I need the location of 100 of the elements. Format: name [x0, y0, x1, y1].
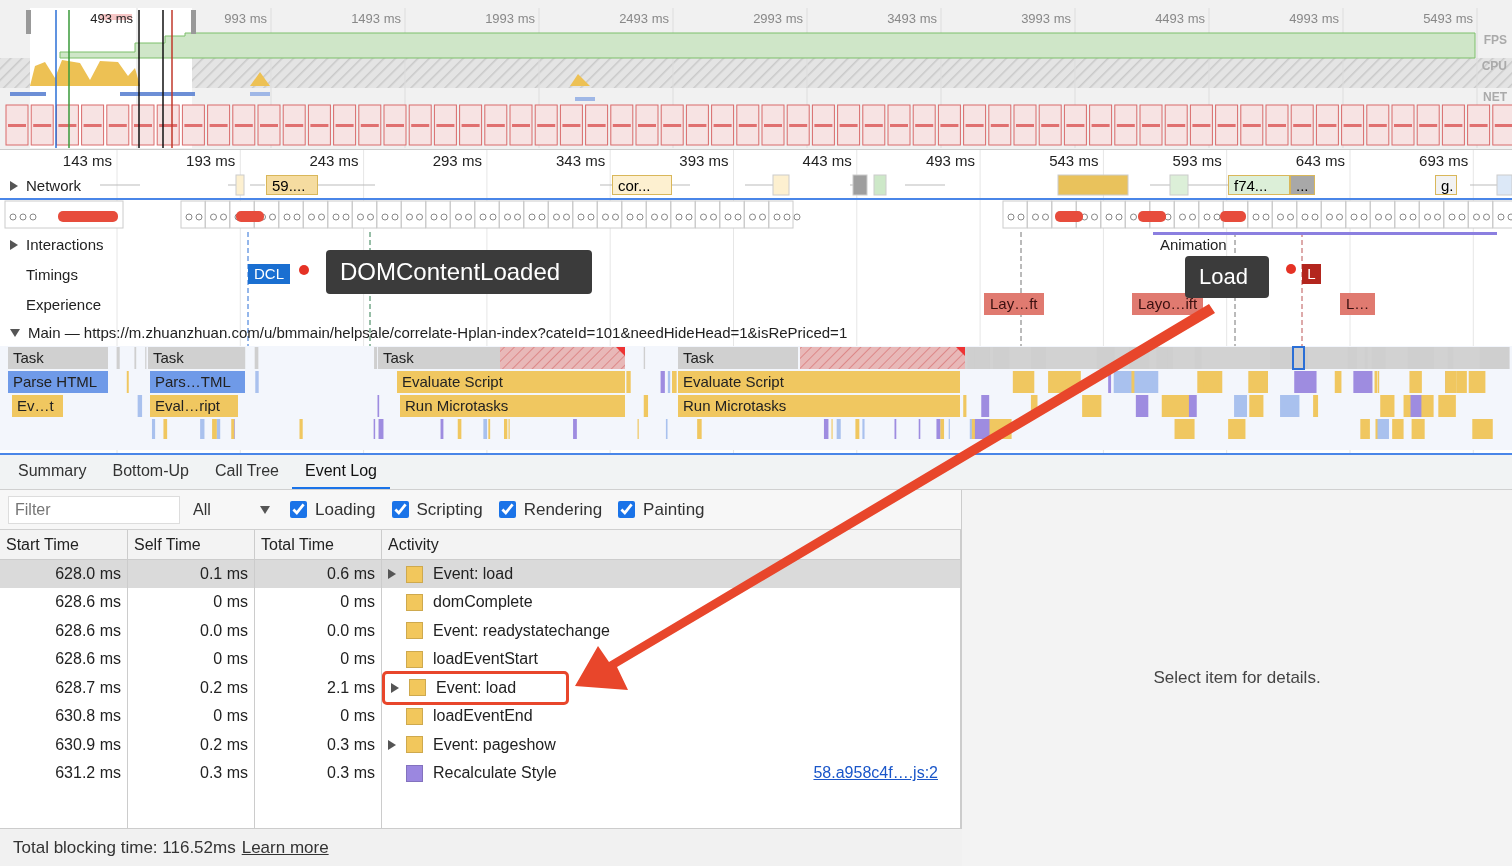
flame-bar[interactable]: Eval…ript — [150, 395, 238, 417]
flame-bar[interactable]: Task — [148, 347, 245, 369]
checkbox-label[interactable]: Loading — [315, 499, 376, 520]
activity-name: Event: readystatechange — [433, 621, 610, 640]
status-text: Total blocking time: 116.52ms — [13, 837, 236, 858]
marker-dot — [1286, 264, 1296, 274]
table-cell: 0 ms — [254, 702, 382, 731]
table-cell: 0 ms — [127, 645, 255, 674]
flame-bar[interactable]: Parse HTML — [8, 371, 108, 393]
time-tick-label: 143 ms — [62, 152, 112, 169]
flame-bar[interactable]: Task — [8, 347, 108, 369]
checkbox-label[interactable]: Rendering — [523, 499, 603, 520]
time-tick-label: 693 ms — [1419, 152, 1469, 169]
flame-bar[interactable]: Run Microtasks — [678, 395, 960, 417]
table-cell: 0.6 ms — [254, 559, 382, 588]
track-label: Experience — [26, 295, 102, 313]
layout-shift-marker[interactable]: Lay…ft — [984, 293, 1044, 315]
time-tick-label: 3493 ms — [887, 11, 937, 26]
time-tick-label: 4493 ms — [1155, 11, 1205, 26]
table-cell: 0.3 ms — [254, 759, 382, 788]
table-cell: 628.6 ms — [0, 645, 128, 674]
table-cell: 0 ms — [127, 588, 255, 617]
track-label[interactable]: Network — [26, 177, 81, 194]
table-cell: 630.8 ms — [0, 702, 128, 731]
expand-arrow-icon[interactable] — [10, 180, 18, 191]
caret-icon — [260, 505, 270, 514]
flame-bar[interactable]: Task — [678, 347, 798, 369]
track-label: Timings — [26, 265, 78, 283]
table-cell: 0.2 ms — [127, 673, 255, 702]
table-cell: 0.3 ms — [254, 730, 382, 759]
time-tick-label: 2993 ms — [753, 11, 803, 26]
timing-marker[interactable]: L — [1302, 264, 1321, 284]
column-header[interactable]: Activity — [381, 530, 961, 560]
time-tick-label: 2493 ms — [619, 11, 669, 26]
time-tick-label: 993 ms — [224, 11, 267, 26]
table-cell: 0 ms — [254, 645, 382, 674]
tab[interactable]: Bottom-Up — [99, 455, 202, 489]
table-cell: 628.7 ms — [0, 673, 128, 702]
table-cell: 0.1 ms — [127, 559, 255, 588]
filter-field[interactable]: Filter — [8, 495, 180, 524]
checkbox[interactable] — [290, 501, 307, 518]
track-label: FPS — [1483, 33, 1507, 47]
flame-bar[interactable]: Run Microtasks — [400, 395, 625, 417]
level-dropdown[interactable]: All — [190, 495, 274, 524]
network-request-bar[interactable]: ... — [1290, 175, 1315, 195]
checkbox-label[interactable]: Scripting — [416, 499, 483, 520]
source-link[interactable]: 58.a958c4f….js:2 — [813, 764, 938, 783]
checkbox-label[interactable]: Painting — [643, 499, 705, 520]
activity-name: loadEventStart — [433, 650, 538, 669]
tooltip: Load — [1185, 256, 1269, 298]
time-tick-label: 4993 ms — [1289, 11, 1339, 26]
time-tick-label: 243 ms — [309, 152, 359, 169]
track-label: CPU — [1481, 59, 1507, 73]
long-task-marker-icon — [616, 347, 625, 356]
flame-bar[interactable]: Evaluate Script — [397, 371, 625, 393]
checkbox[interactable] — [498, 501, 516, 518]
network-request-bar[interactable]: g. — [1435, 175, 1457, 195]
expand-arrow-icon[interactable] — [388, 739, 396, 750]
table-cell: 628.0 ms — [0, 559, 128, 588]
flame-bar[interactable]: Ev…t — [12, 395, 63, 417]
column-header[interactable]: Total Time — [254, 530, 382, 560]
expand-arrow-icon[interactable] — [388, 569, 396, 579]
time-tick-label: 293 ms — [432, 152, 482, 169]
empty-state-message: Select item for details. — [1153, 668, 1321, 688]
timing-marker[interactable]: DCL — [248, 264, 290, 284]
layout-shift-marker[interactable]: L… — [1340, 293, 1376, 315]
track-label[interactable]: Interactions — [26, 236, 104, 253]
table-cell: 0.3 ms — [127, 759, 255, 788]
flame-bar[interactable]: Pars…TML — [150, 371, 245, 393]
column-header[interactable]: Start Time — [0, 530, 128, 560]
time-tick-label: 5493 ms — [1423, 11, 1473, 26]
time-tick-label: 1993 ms — [485, 11, 535, 26]
network-request-bar[interactable]: 59.... — [266, 175, 318, 195]
table-cell: 628.6 ms — [0, 588, 128, 617]
activity-name: Recalculate Style — [433, 764, 557, 783]
flame-bar[interactable]: Task — [378, 347, 500, 369]
track-label[interactable]: Main — https://m.zhuanzhuan.com/u/bmmain/helpsale/correlate-Hplan-index?cateId=101&needHideHead=1&isRePriced=1 — [28, 324, 848, 341]
learn-more-link[interactable]: Learn more — [241, 837, 329, 858]
time-tick-label: 493 ms — [925, 152, 976, 169]
time-tick-label: 443 ms — [802, 152, 852, 169]
expand-arrow-icon[interactable] — [10, 328, 20, 337]
time-tick-label: 343 ms — [556, 152, 606, 169]
column-header[interactable]: Self Time — [127, 530, 255, 560]
checkbox[interactable] — [391, 501, 409, 518]
flame-bar[interactable]: Evaluate Script — [678, 371, 960, 393]
checkbox[interactable] — [618, 501, 636, 518]
tab[interactable]: Call Tree — [201, 455, 292, 489]
time-tick-label: 493 ms — [90, 11, 133, 26]
network-request-bar[interactable]: cor... — [612, 175, 672, 195]
expand-arrow-icon[interactable] — [391, 682, 399, 693]
expand-arrow-icon[interactable] — [10, 239, 18, 250]
time-tick-label: 643 ms — [1295, 152, 1345, 169]
activity-name: Event: load — [433, 565, 514, 583]
network-request-bar[interactable]: f74... — [1228, 175, 1290, 195]
time-tick-label: 393 ms — [679, 152, 729, 169]
tab[interactable]: Summary — [5, 455, 100, 489]
table-cell: 0.0 ms — [127, 616, 255, 645]
table-cell: 631.2 ms — [0, 759, 128, 788]
layout-shift-marker[interactable]: Layo…ift — [1132, 293, 1204, 315]
long-task-marker-icon — [956, 347, 965, 356]
